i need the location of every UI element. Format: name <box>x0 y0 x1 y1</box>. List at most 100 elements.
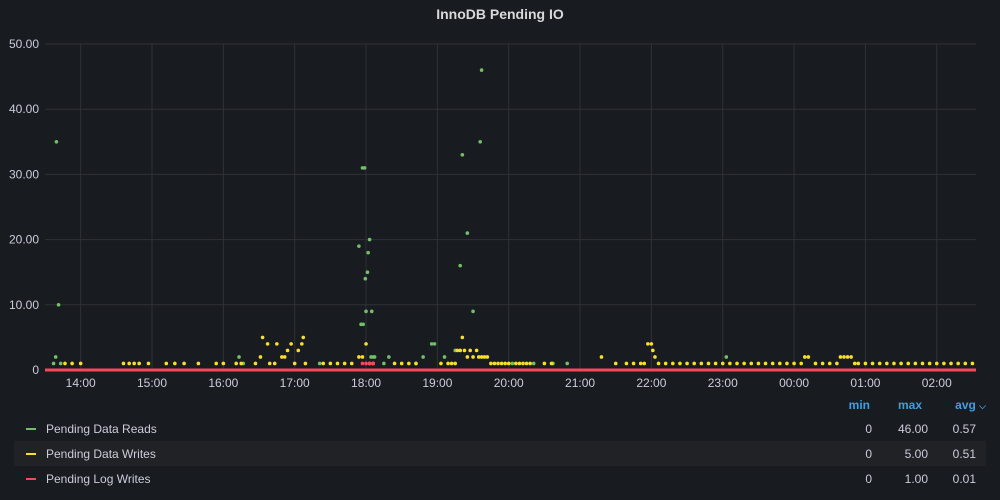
data-point-pending-data-writes <box>920 361 925 366</box>
data-point-pending-data-writes <box>275 342 279 346</box>
data-point-pending-data-writes <box>258 355 263 359</box>
data-point-pending-data-writes <box>792 361 796 366</box>
data-point-pending-data-writes <box>906 361 911 366</box>
data-point-pending-data-reads <box>58 361 63 366</box>
data-point-pending-data-writes <box>649 342 654 346</box>
data-point-pending-data-writes <box>407 361 411 366</box>
data-point-pending-data-writes <box>292 361 297 366</box>
data-point-pending-data-writes <box>474 348 479 353</box>
data-point-pending-data-writes <box>462 348 467 353</box>
data-point-pending-data-writes <box>835 361 839 366</box>
data-point-pending-data-writes <box>549 361 554 366</box>
data-point-pending-data-reads <box>372 355 377 359</box>
data-point-pending-data-reads <box>465 231 470 235</box>
data-point-pending-data-writes <box>499 361 504 366</box>
data-point-pending-data-writes <box>349 361 354 366</box>
y-tick-label: 10.00 <box>9 298 39 312</box>
legend-min-value: 0 <box>865 447 872 461</box>
data-point-pending-data-reads <box>362 166 367 170</box>
data-point-pending-data-writes <box>465 355 470 359</box>
data-point-pending-data-writes <box>127 361 131 366</box>
data-point-pending-data-writes <box>517 361 522 366</box>
legend-series-name[interactable]: Pending Log Writes <box>46 472 151 486</box>
data-point-pending-data-writes <box>485 355 490 359</box>
data-point-pending-data-reads <box>54 140 59 144</box>
legend-row-pending-data-reads[interactable]: Pending Data Reads 0 46.00 0.57 <box>14 416 986 441</box>
data-point-pending-data-writes <box>300 342 304 346</box>
data-point-pending-data-writes <box>863 361 868 366</box>
data-point-pending-data-reads <box>724 355 729 359</box>
data-point-pending-data-writes <box>685 361 689 366</box>
data-point-pending-data-reads <box>478 140 482 144</box>
legend-header-min[interactable]: min <box>849 398 870 412</box>
data-point-pending-data-writes <box>799 361 804 366</box>
series-color-swatch[interactable] <box>26 428 36 430</box>
data-point-pending-data-writes <box>785 361 789 366</box>
data-point-pending-data-reads <box>51 361 56 366</box>
series-color-swatch[interactable] <box>26 453 36 455</box>
data-point-pending-data-reads <box>471 309 475 314</box>
data-point-pending-data-reads <box>382 361 386 366</box>
y-tick-label: 0 <box>32 363 39 377</box>
chevron-down-icon: ⌵ <box>979 401 986 411</box>
legend-row-pending-data-writes[interactable]: Pending Data Writes 0 5.00 0.51 <box>14 441 986 466</box>
data-point-pending-data-writes <box>453 361 458 366</box>
data-point-pending-data-writes <box>763 361 768 366</box>
data-point-pending-data-writes <box>342 361 347 366</box>
y-tick-label: 20.00 <box>9 233 39 247</box>
data-point-pending-data-writes <box>267 361 272 366</box>
data-point-pending-data-writes <box>927 361 932 366</box>
legend-row-pending-log-writes[interactable]: Pending Log Writes 0 1.00 0.01 <box>14 466 986 491</box>
x-tick-label: 17:00 <box>280 376 310 390</box>
data-point-pending-data-reads <box>458 263 463 268</box>
data-point-pending-data-writes <box>357 355 361 359</box>
data-point-pending-data-writes <box>542 361 547 366</box>
data-point-pending-data-writes <box>458 348 463 353</box>
data-point-pending-data-writes <box>778 361 782 366</box>
data-point-pending-data-writes <box>260 335 265 340</box>
data-point-pending-data-writes <box>963 361 968 366</box>
data-point-pending-data-writes <box>78 361 83 366</box>
data-point-pending-data-writes <box>642 361 647 366</box>
data-point-pending-data-writes <box>713 361 718 366</box>
data-point-pending-data-writes <box>856 361 861 366</box>
data-point-pending-data-writes <box>692 361 697 366</box>
data-point-pending-data-reads <box>387 355 391 359</box>
data-point-pending-data-writes <box>121 361 126 366</box>
legend-header-avg[interactable]: avg ⌵ <box>955 398 986 412</box>
data-point-pending-data-writes <box>802 355 807 359</box>
chart-plot-area[interactable]: 0 10.00 20.00 30.00 40.00 50.00 14:00 15:00 16:… <box>0 0 1000 400</box>
data-point-pending-data-reads <box>442 355 447 359</box>
data-point-pending-data-writes <box>214 361 219 366</box>
data-point-pending-data-writes <box>852 361 857 366</box>
data-point-pending-data-writes <box>285 348 290 353</box>
legend-min-value: 0 <box>865 472 872 486</box>
data-point-pending-data-writes <box>706 361 711 366</box>
data-point-pending-data-writes <box>471 355 475 359</box>
data-point-pending-data-writes <box>296 348 301 353</box>
data-point-pending-data-writes <box>913 361 918 366</box>
data-point-pending-data-writes <box>239 361 243 366</box>
data-point-pending-data-writes <box>671 361 675 366</box>
legend-table: Pending Data Reads 0 46.00 0.57 Pending … <box>14 416 986 491</box>
data-point-pending-data-reads <box>565 361 570 366</box>
data-point-pending-data-writes <box>870 361 875 366</box>
data-point-pending-data-writes <box>521 361 525 366</box>
data-point-pending-data-writes <box>845 355 850 359</box>
data-point-pending-data-writes <box>253 361 258 366</box>
legend-header-max[interactable]: max <box>898 398 922 412</box>
data-point-pending-data-writes <box>146 361 151 366</box>
x-tick-label: 16:00 <box>208 376 238 390</box>
legend-series-name[interactable]: Pending Data Reads <box>46 422 157 436</box>
data-point-pending-data-writes <box>289 342 293 346</box>
data-point-pending-data-reads <box>53 355 58 359</box>
data-point-pending-data-writes <box>756 361 761 366</box>
legend-series-name[interactable]: Pending Data Writes <box>46 447 156 461</box>
data-point-pending-data-reads <box>460 153 465 157</box>
x-tick-label: 01:00 <box>850 376 880 390</box>
data-point-pending-data-writes <box>663 361 668 366</box>
data-point-pending-data-writes <box>335 361 340 366</box>
series-color-swatch[interactable] <box>26 478 36 480</box>
data-point-pending-data-writes <box>399 361 404 366</box>
data-point-pending-data-reads <box>361 322 365 327</box>
